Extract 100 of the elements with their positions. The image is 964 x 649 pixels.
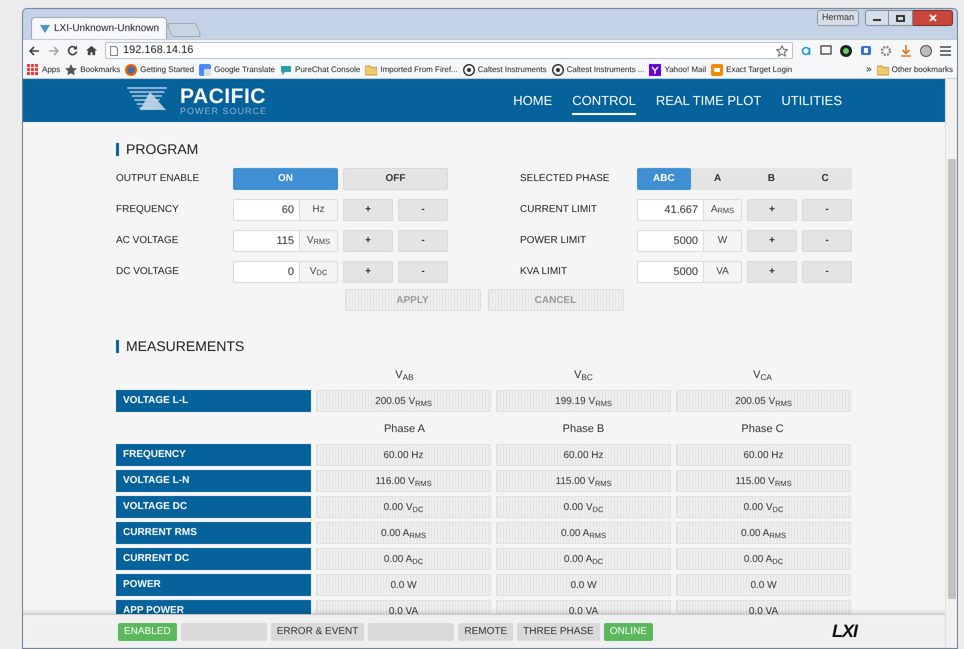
reload-icon[interactable] [67, 45, 78, 56]
status-indicator: ERROR & EVENT [270, 622, 364, 640]
address-bar[interactable]: 192.168.14.16 [105, 42, 793, 59]
phase-tab[interactable]: C [798, 168, 852, 190]
increment-button[interactable]: + [343, 198, 393, 220]
more-bookmarks-chevron[interactable]: » [866, 62, 872, 77]
bookmark-item[interactable]: Google Translate [199, 64, 275, 76]
bookmark-item[interactable]: Apps [27, 64, 60, 76]
field-label: OUTPUT ENABLE [116, 172, 200, 186]
column-header: V$_{CA}$ [753, 368, 772, 384]
row-label: CURRENT RMS [116, 522, 311, 544]
increment-button[interactable]: + [747, 198, 797, 220]
bookmark-folder[interactable]: Other bookmarks [876, 64, 953, 76]
column-header: V$_{BC}$ [574, 368, 593, 384]
measurement-cell: 200.05 V$_{RMS}$ [676, 390, 851, 412]
bookmark-item[interactable]: Caltest Instruments ... [552, 64, 644, 76]
phase-tab[interactable]: A [690, 168, 744, 190]
status-indicator: ENABLED [118, 622, 177, 640]
field-label: DC VOLTAGE [116, 265, 180, 279]
browser-tab[interactable]: LXI-Unknown-Unknown [31, 17, 167, 39]
menu-icon[interactable] [940, 46, 951, 56]
chat-bubble-icon [280, 64, 292, 76]
number-field[interactable]: 60 Hz [233, 198, 338, 220]
status-indicator: REMOTE [458, 622, 514, 640]
field-label: AC VOLTAGE [116, 234, 180, 248]
nav-link[interactable]: UTILITIES [781, 86, 842, 116]
increment-button[interactable]: + [747, 260, 797, 282]
minimize-button[interactable] [865, 10, 889, 26]
toggle-button[interactable]: OFF [343, 168, 448, 190]
close-window-button[interactable] [913, 10, 953, 26]
bookmark-item[interactable]: Exact Target Login [711, 64, 792, 76]
row-label: POWER [116, 574, 311, 596]
column-header: V$_{AB}$ [395, 368, 414, 384]
increment-button[interactable]: + [343, 260, 393, 282]
measurement-cell: 0.0 VA [316, 600, 491, 614]
maximize-button[interactable] [889, 10, 913, 26]
section-title: PROGRAM [126, 140, 198, 158]
measurement-cell: 0.00 A$_{DC}$ [496, 548, 671, 570]
measurement-cell: 0.00 A$_{RMS}$ [676, 522, 851, 544]
measurement-cell: 116.00 V$_{RMS}$ [316, 470, 491, 492]
number-field[interactable]: 5000 W [637, 230, 742, 252]
increment-button[interactable]: + [343, 230, 393, 252]
bookmark-item[interactable]: Yahoo! Mail [649, 64, 706, 76]
increment-button[interactable]: + [747, 230, 797, 252]
row-label: VOLTAGE L-L [116, 390, 311, 412]
decrement-button[interactable]: - [802, 260, 852, 282]
download-icon[interactable] [900, 44, 912, 56]
decrement-button[interactable]: - [802, 230, 852, 252]
measurement-cell: 0.00 V$_{DC}$ [316, 496, 491, 518]
field-label: FREQUENCY [116, 203, 180, 217]
back-icon[interactable] [29, 46, 40, 56]
logo-subtitle: POWER SOURCE [180, 106, 268, 116]
measurement-cell: 0.00 A$_{DC}$ [316, 548, 491, 570]
field-label: SELECTED PHASE [520, 172, 610, 186]
bookmark-item[interactable]: PureChat Console [280, 64, 360, 76]
measurement-cell: 0.00 A$_{DC}$ [676, 548, 851, 570]
decrement-button[interactable]: - [802, 198, 852, 220]
star-icon[interactable] [776, 44, 788, 56]
logo-title: PACIFIC [180, 86, 267, 106]
apps-grid-icon [27, 64, 39, 76]
decrement-button[interactable]: - [398, 230, 448, 252]
profile-name[interactable]: Herman [816, 10, 859, 26]
url-text: 192.168.14.16 [123, 43, 194, 58]
number-field[interactable]: 5000 VA [637, 260, 742, 282]
section-title: MEASUREMENTS [126, 336, 244, 356]
number-field[interactable]: 41.667 A$_{RMS}$ [637, 198, 742, 220]
measurement-cell: 0.0 VA [676, 600, 851, 614]
cast-icon[interactable] [820, 45, 832, 56]
phase-tab[interactable]: B [744, 168, 798, 190]
decrement-button[interactable]: - [398, 260, 448, 282]
home-icon[interactable] [86, 45, 97, 56]
extension-icon[interactable] [860, 45, 872, 56]
extension-icon[interactable] [801, 45, 812, 56]
mail-y-icon [649, 64, 662, 76]
measurement-cell: 60.00 Hz [316, 444, 491, 466]
lxi-logo: LXI [832, 620, 857, 643]
nav-link[interactable]: REAL TIME PLOT [656, 86, 762, 116]
row-label: APP POWER [116, 600, 311, 614]
bookmark-item[interactable]: Bookmarks [65, 64, 120, 76]
bookmark-item[interactable]: Getting Started [125, 64, 194, 76]
field-label: POWER LIMIT [520, 234, 588, 248]
measurement-cell: 115.00 V$_{RMS}$ [676, 470, 851, 492]
star-icon [65, 64, 78, 76]
bookmark-item[interactable]: Caltest Instruments [462, 64, 547, 76]
nav-link[interactable]: HOME [513, 86, 552, 116]
close-icon [928, 14, 936, 22]
measurement-cell: 0.0 VA [496, 600, 671, 614]
row-label: VOLTAGE L-N [116, 470, 311, 492]
bookmark-item[interactable]: Imported From Firef... [365, 64, 458, 76]
column-header: Phase B [562, 422, 604, 437]
number-field[interactable]: 115 V$_{RMS}$ [233, 230, 338, 252]
column-header: Phase A [384, 422, 425, 437]
measurement-cell: 0.00 V$_{DC}$ [676, 496, 851, 518]
folder-icon [876, 64, 889, 76]
nav-link[interactable]: CONTROL [572, 86, 636, 116]
colorful-circle-icon[interactable] [840, 44, 852, 56]
number-field[interactable]: 0 V$_{DC}$ [233, 260, 338, 282]
page-icon [110, 46, 118, 56]
measurement-cell: 200.05 V$_{RMS}$ [316, 390, 491, 412]
decrement-button[interactable]: - [398, 198, 448, 220]
